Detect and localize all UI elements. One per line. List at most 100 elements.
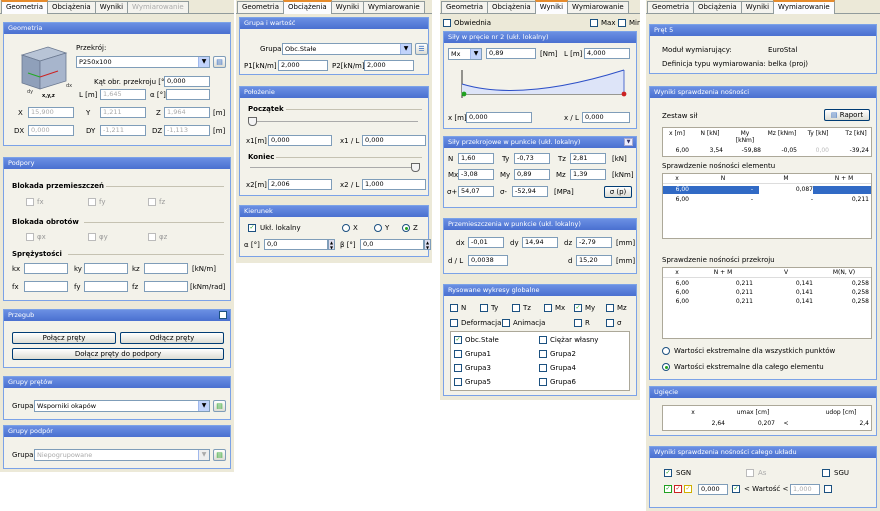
xl-input[interactable]: 0,000 (582, 112, 630, 123)
x2l-input[interactable]: 1,000 (362, 179, 426, 190)
grupa-edit-button[interactable]: ☰ (415, 43, 428, 55)
sigma-p-button[interactable]: σ (p) (604, 186, 632, 198)
tab-geometria[interactable]: Geometria (441, 1, 488, 13)
tab-wymiarowanie[interactable]: Wymiarowanie (127, 1, 189, 13)
group-checkbox[interactable] (454, 378, 462, 386)
raport-button[interactable]: ▤ Raport (824, 109, 870, 121)
tab-wyniki[interactable]: Wyniki (330, 1, 365, 13)
tab-wyniki[interactable]: Wyniki (534, 0, 569, 14)
R-checkbox[interactable] (574, 319, 582, 327)
min-checkbox[interactable] (618, 19, 626, 27)
DZ-input[interactable]: -1,113 (164, 125, 210, 136)
slider-thumb-start[interactable] (248, 117, 257, 126)
Mz-input[interactable]: 1,39 (570, 169, 606, 180)
tab-obciazenia[interactable]: Obciążenia (47, 1, 96, 13)
kat-input[interactable]: 0,000 (164, 76, 210, 87)
Ty-input[interactable]: -0,73 (514, 153, 550, 164)
grupy-edit-button[interactable]: ▤ (213, 400, 226, 412)
DX-input[interactable]: 0,000 (28, 125, 74, 136)
table-row[interactable]: 6,00 0,211 0,141 0,258 (663, 280, 871, 288)
radio-x[interactable] (342, 224, 350, 232)
as-checkbox[interactable] (746, 469, 754, 477)
tab-wyniki[interactable]: Wyniki (740, 1, 775, 13)
dl-input[interactable]: 0,0038 (468, 255, 508, 266)
Mz-checkbox[interactable] (606, 304, 614, 312)
tab-geometria[interactable]: Geometria (647, 1, 694, 13)
grupy-podpor-edit-button[interactable]: ▤ (213, 449, 226, 461)
lower-bound-checkbox[interactable]: ✓ (732, 485, 740, 493)
DY-input[interactable]: -1,211 (100, 125, 146, 136)
tab-obciazenia[interactable]: Obciążenia (693, 1, 742, 13)
component-select[interactable]: Mx ▼ (448, 48, 482, 60)
group-checkbox[interactable] (454, 364, 462, 372)
group-checkbox[interactable] (539, 378, 547, 386)
sgn-checkbox[interactable]: ✓ (664, 469, 672, 477)
phiz-checkbox[interactable] (148, 233, 156, 241)
N-input[interactable]: 1,60 (458, 153, 494, 164)
dx-input[interactable]: -0,01 (468, 237, 504, 248)
table-row[interactable]: 2,64 0,207 < 2,4 (663, 420, 871, 428)
radio-z[interactable] (402, 224, 410, 232)
group-checkbox[interactable] (539, 336, 547, 344)
fzz-input[interactable] (144, 281, 188, 292)
group-checkbox[interactable] (539, 350, 547, 358)
ukl-lokalny-checkbox[interactable]: ✓ (248, 224, 256, 232)
L-input[interactable]: 1,645 (100, 89, 146, 100)
tab-wymiarowanie[interactable]: Wymiarowanie (363, 1, 425, 13)
Mx-input[interactable]: -3,08 (458, 169, 494, 180)
beta-input[interactable]: 0,0 (360, 239, 424, 250)
kz-input[interactable] (144, 263, 188, 274)
component-value[interactable]: 0,89 (486, 48, 536, 59)
Ty-checkbox[interactable] (480, 304, 488, 312)
grupa-podpor-select[interactable]: Niepogrupowane ▼ (34, 449, 210, 461)
tab-obciazenia[interactable]: Obciążenia (283, 0, 332, 14)
opt-caly-radio[interactable] (662, 363, 670, 371)
filter-yellow-checkbox[interactable]: ✓ (684, 485, 692, 493)
group-checkbox[interactable] (539, 364, 547, 372)
tab-wymiarowanie[interactable]: Wymiarowanie (567, 1, 629, 13)
X-input[interactable]: 15,900 (28, 107, 74, 118)
beta-spinner[interactable]: ▲ ▼ (424, 239, 431, 250)
upper-bound-input[interactable]: 1,000 (790, 484, 820, 495)
ky-input[interactable] (84, 263, 128, 274)
table-row[interactable]: 6,00 - - 0,211 (663, 196, 871, 204)
x2-input[interactable]: 2,006 (268, 179, 332, 190)
fz-checkbox[interactable] (148, 198, 156, 206)
odlacz-prety-button[interactable]: Odłącz pręty (120, 332, 224, 344)
lower-bound-input[interactable]: 0,000 (698, 484, 728, 495)
group-checkbox[interactable]: ✓ (454, 336, 462, 344)
sigma-plus-input[interactable]: 54,07 (458, 186, 494, 197)
My-checkbox[interactable]: ✓ (574, 304, 582, 312)
p1-input[interactable]: 2,000 (278, 60, 328, 71)
slider-thumb-end[interactable] (411, 163, 420, 172)
grupa-pretow-select[interactable]: Wsporniki okapów ▼ (34, 400, 210, 412)
dz-input[interactable]: -2,79 (576, 237, 612, 248)
animacja-checkbox[interactable] (502, 319, 510, 327)
filter-red-checkbox[interactable]: ✓ (674, 485, 682, 493)
edit-section-button[interactable]: ▤ (213, 56, 226, 68)
fyy-input[interactable] (84, 281, 128, 292)
x1l-input[interactable]: 0,000 (362, 135, 426, 146)
upper-bound-checkbox[interactable] (824, 485, 832, 493)
przegub-checkbox[interactable] (219, 311, 227, 319)
tab-obciazenia[interactable]: Obciążenia (487, 1, 536, 13)
tab-geometria[interactable]: Geometria (1, 0, 48, 14)
dy-input[interactable]: 14,94 (522, 237, 558, 248)
L-input[interactable]: 4,000 (584, 48, 630, 59)
collapse-icon[interactable]: ▼ (624, 138, 633, 146)
group-checkbox[interactable] (454, 350, 462, 358)
obwiednia-checkbox[interactable] (443, 19, 451, 27)
alpha-input[interactable]: 0,0 (264, 239, 328, 250)
table-row[interactable]: 6,00 3,54 -59,88 -0,05 0,00 -39,24 (663, 148, 871, 154)
polacz-prety-button[interactable]: Połącz pręty (12, 332, 116, 344)
Tz-checkbox[interactable] (512, 304, 520, 312)
Mx-checkbox[interactable] (544, 304, 552, 312)
phiy-checkbox[interactable] (88, 233, 96, 241)
table-row[interactable]: 6,00 0,211 0,141 0,258 (663, 298, 871, 306)
N-checkbox[interactable] (450, 304, 458, 312)
max-checkbox[interactable] (590, 19, 598, 27)
opt-wszystkie-radio[interactable] (662, 347, 670, 355)
table-row[interactable]: 6,00 0,211 0,141 0,258 (663, 289, 871, 297)
Z-input[interactable]: 1,964 (164, 107, 210, 118)
phix-checkbox[interactable] (26, 233, 34, 241)
